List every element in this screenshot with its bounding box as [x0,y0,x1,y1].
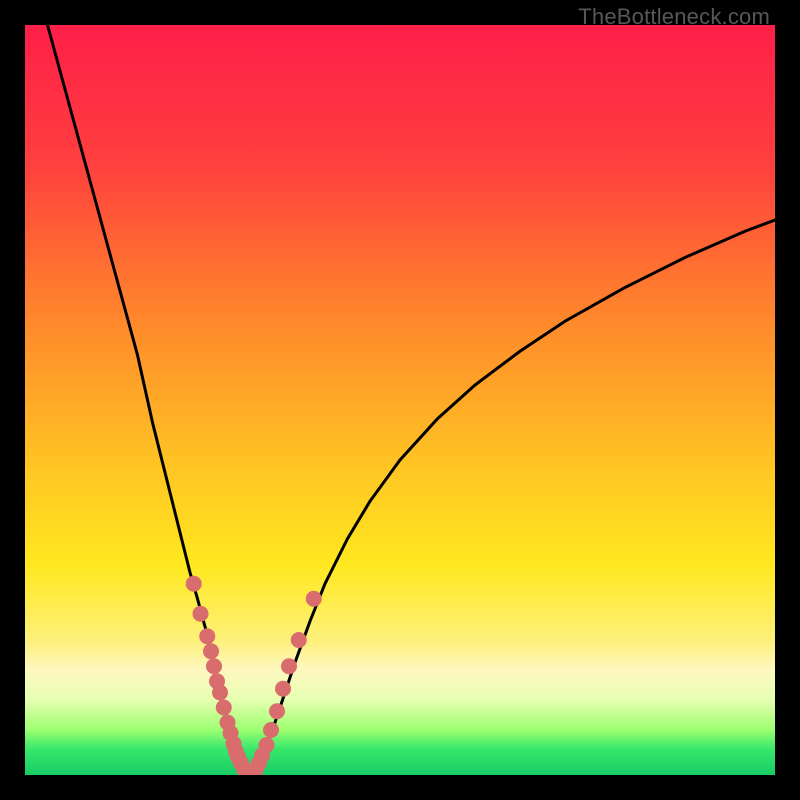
curve-layer [25,25,775,775]
curve-right-branch [250,220,775,775]
marker-point [306,591,322,607]
marker-point [291,632,307,648]
marker-point [275,681,291,697]
marker-point [281,658,297,674]
marker-point [186,576,202,592]
chart-frame: TheBottleneck.com [0,0,800,800]
marker-point [263,722,279,738]
watermark-text: TheBottleneck.com [578,4,770,30]
marker-point [269,703,285,719]
marker-point [216,700,232,716]
marker-points [186,576,322,775]
marker-point [199,628,215,644]
marker-point [206,658,222,674]
marker-point [203,643,219,659]
plot-area [25,25,775,775]
marker-point [259,737,275,753]
marker-point [193,606,209,622]
marker-point [212,685,228,701]
